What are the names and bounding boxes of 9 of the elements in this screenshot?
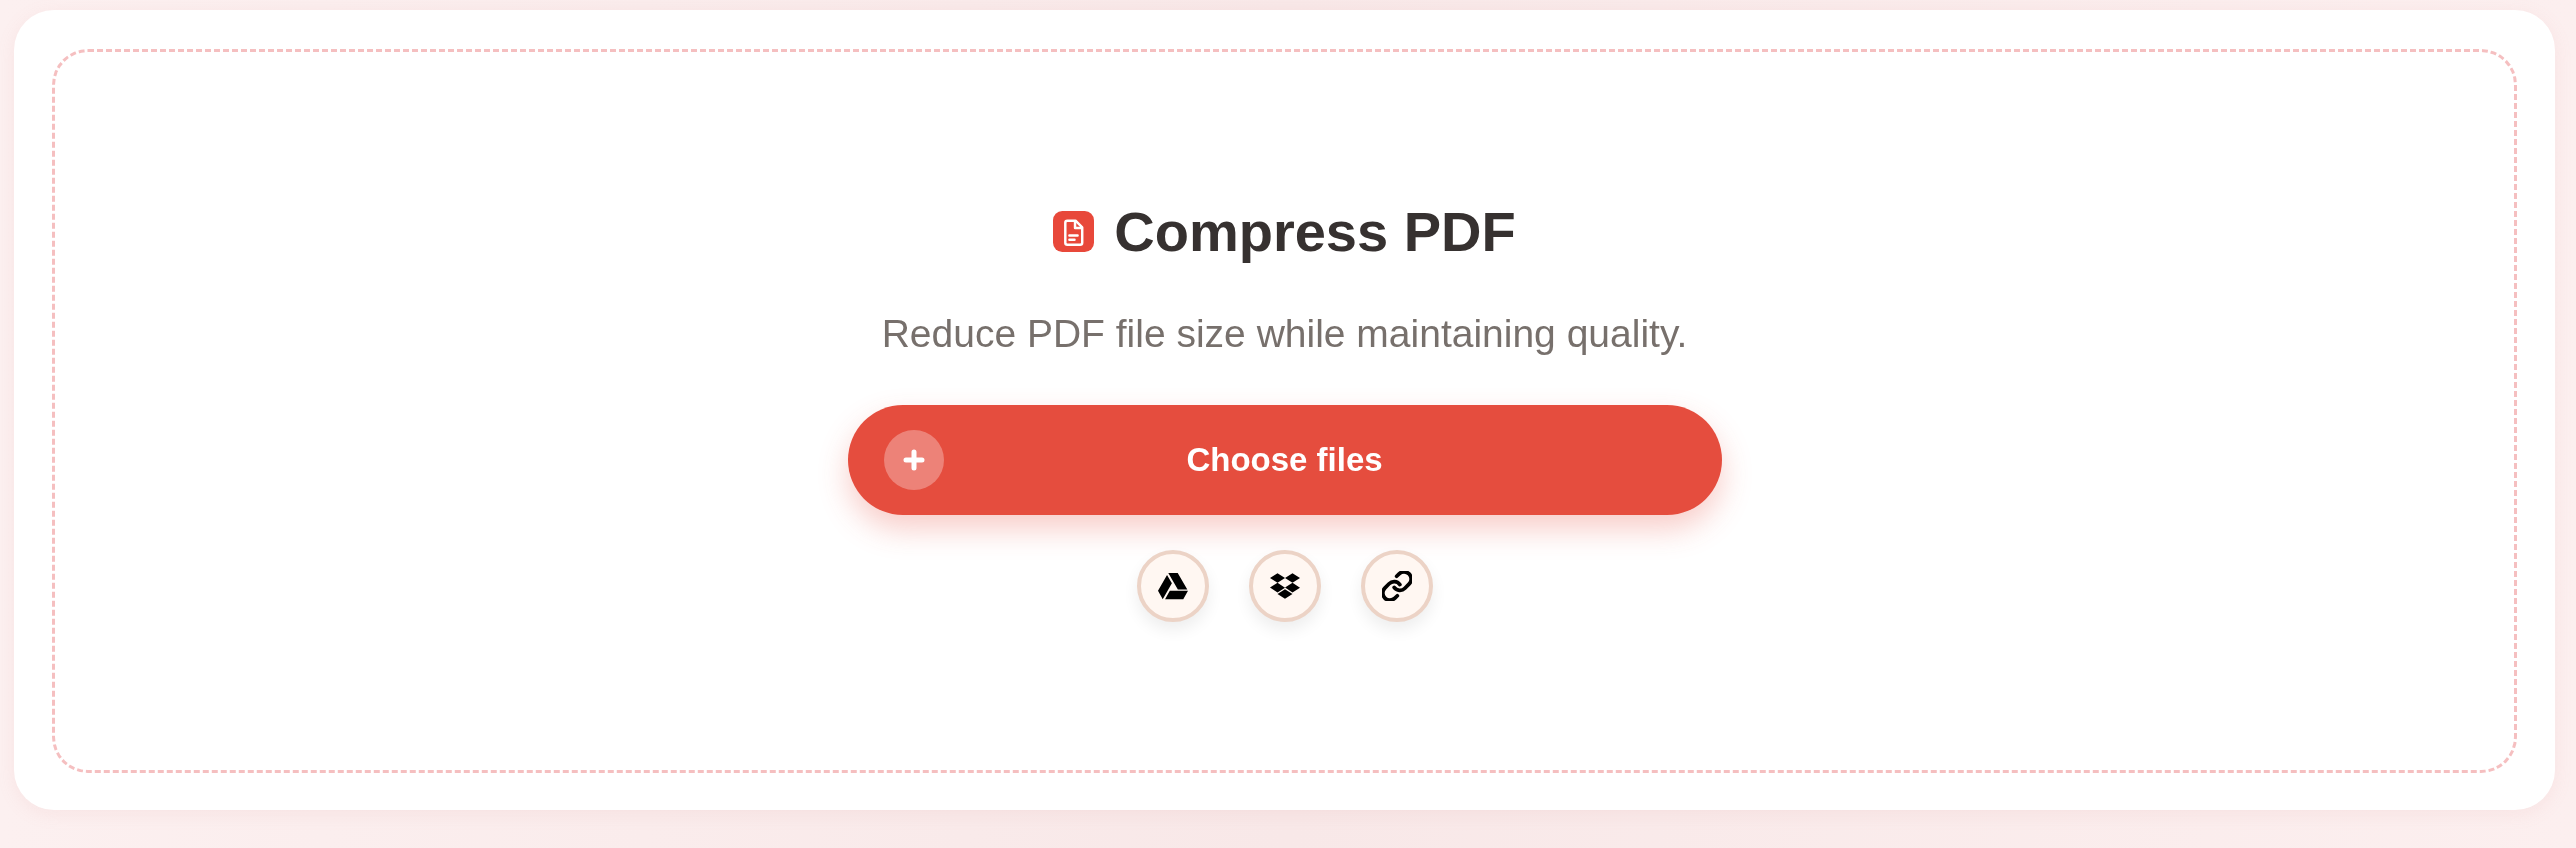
triangle-icon xyxy=(1157,571,1188,601)
document-icon xyxy=(1053,211,1095,253)
choose-files-button[interactable]: Choose files xyxy=(847,405,1722,515)
plus-icon xyxy=(883,430,944,490)
page-subtitle: Reduce PDF file size while maintaining quality. xyxy=(881,311,1688,358)
drop-zone[interactable]: Compress PDF Reduce PDF file size while maintaining quality. Choose files xyxy=(52,49,2517,773)
page-title: Compress PDF xyxy=(1114,199,1516,265)
diamonds-icon xyxy=(1269,571,1300,601)
link-icon xyxy=(1381,571,1412,601)
